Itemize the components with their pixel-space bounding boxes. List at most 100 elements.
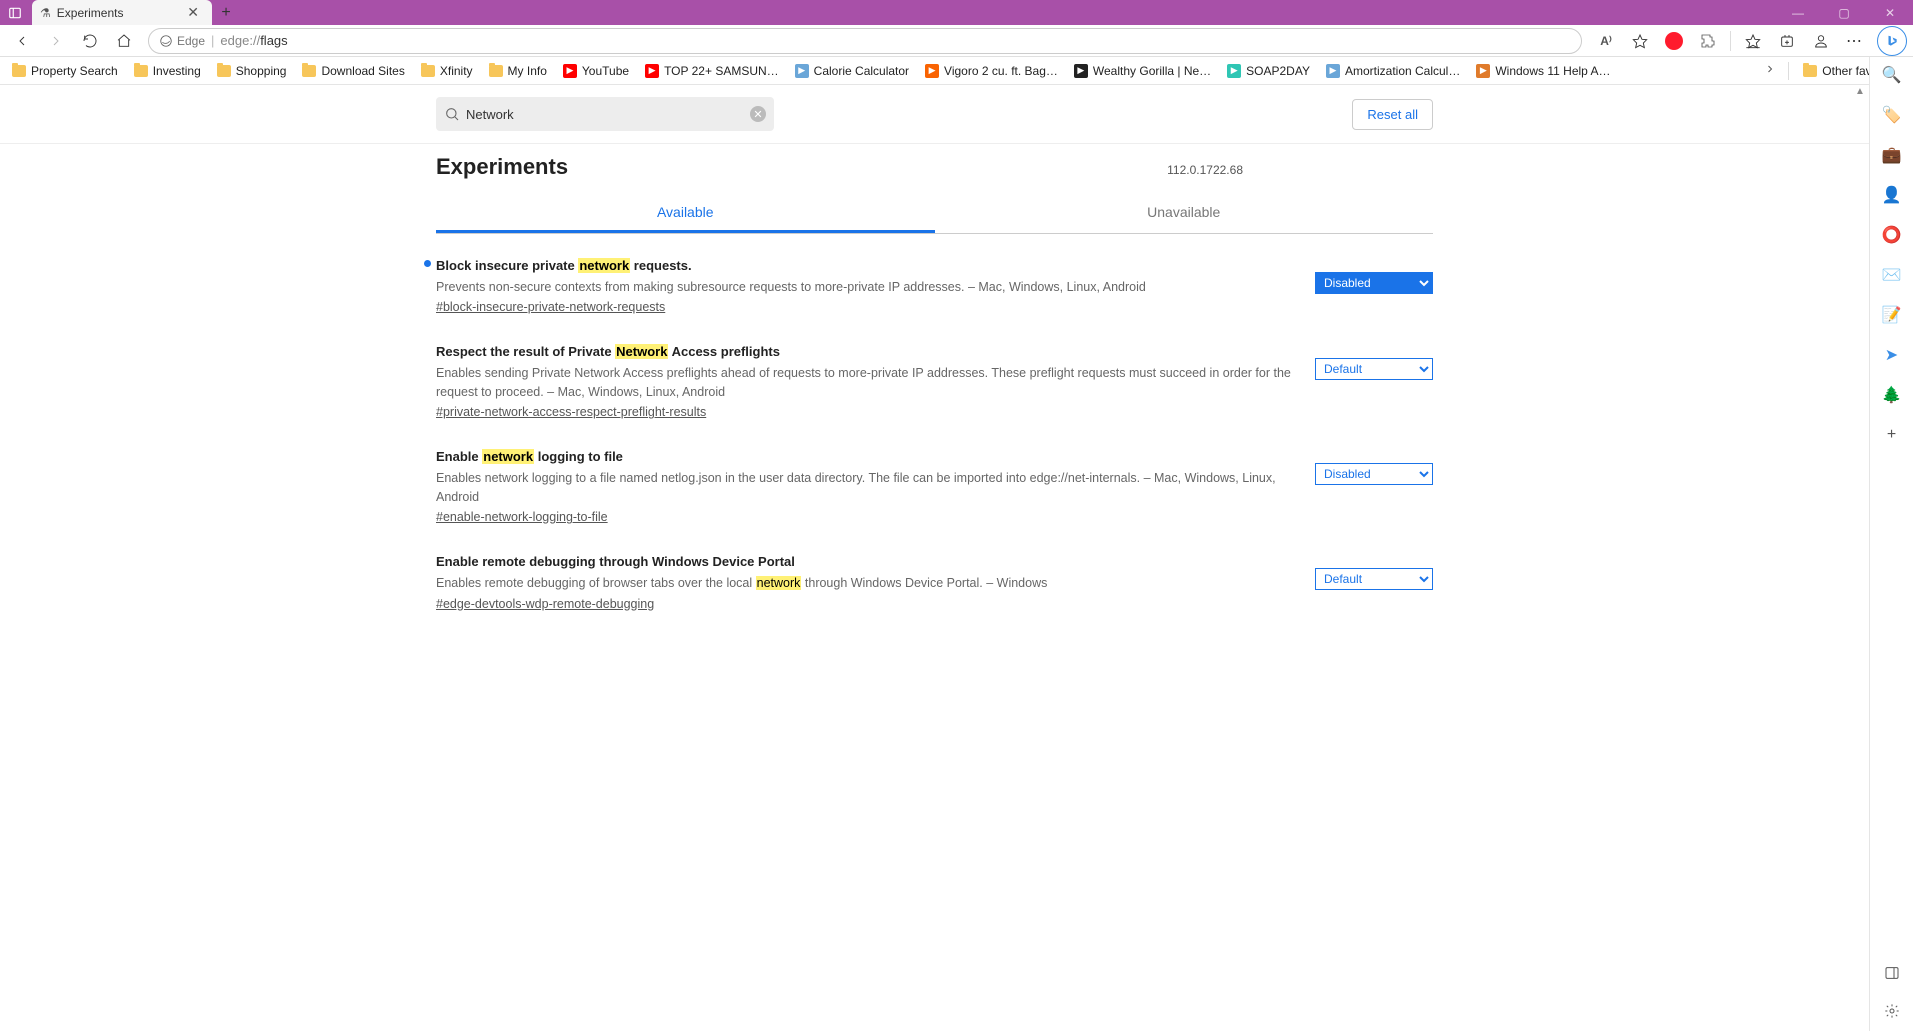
- sidebar-outlook-icon[interactable]: ✉️: [1880, 263, 1904, 287]
- edge-sidebar: 🔍 🏷️ 💼 👤 ⭕ ✉️ 📝 ➤ 🌲 +: [1869, 57, 1913, 1031]
- flag-hash-link[interactable]: #edge-devtools-wdp-remote-debugging: [436, 597, 654, 611]
- address-bar[interactable]: Edge | edge://flags: [148, 28, 1582, 54]
- flag-select[interactable]: DefaultEnabledDisabled: [1315, 358, 1433, 380]
- browser-tab[interactable]: ⚗ Experiments ✕: [32, 0, 212, 25]
- modified-indicator: [424, 260, 431, 267]
- bookmark-item[interactable]: Xfinity: [415, 61, 479, 81]
- favorite-button[interactable]: [1624, 27, 1656, 55]
- sidebar-send-icon[interactable]: ➤: [1880, 343, 1904, 367]
- bookmark-item[interactable]: Property Search: [6, 61, 124, 81]
- flag-select[interactable]: DefaultEnabledDisabled: [1315, 272, 1433, 294]
- sidebar-collapse-button[interactable]: [1880, 961, 1904, 985]
- opera-icon[interactable]: [1658, 27, 1690, 55]
- sidebar-add-button[interactable]: +: [1880, 423, 1904, 447]
- extensions-button[interactable]: [1692, 27, 1724, 55]
- flag-hash-link[interactable]: #enable-network-logging-to-file: [436, 510, 608, 524]
- site-identity[interactable]: Edge: [159, 34, 205, 48]
- sidebar-settings-button[interactable]: [1880, 999, 1904, 1023]
- flag-title: Enable network logging to file: [436, 447, 1291, 467]
- folder-icon: [1803, 65, 1817, 77]
- version-label: 112.0.1722.68: [1167, 163, 1243, 177]
- address-divider: |: [211, 33, 214, 48]
- flags-search-box[interactable]: ✕: [436, 97, 774, 131]
- flag-description: Enables remote debugging of browser tabs…: [436, 574, 1291, 593]
- page-title: Experiments: [436, 154, 568, 180]
- bookmark-label: Windows 11 Help A…: [1495, 64, 1610, 78]
- bookmark-item[interactable]: ▶SOAP2DAY: [1221, 61, 1316, 81]
- flags-search-row: ✕ Reset all: [436, 91, 1433, 143]
- tab-close-button[interactable]: ✕: [184, 4, 202, 21]
- bookmark-item[interactable]: My Info: [483, 61, 553, 81]
- bookmark-label: Download Sites: [321, 64, 404, 78]
- flag-text: Enable remote debugging through Windows …: [436, 552, 1291, 610]
- folder-icon: [302, 65, 316, 77]
- flag-hash-link[interactable]: #block-insecure-private-network-requests: [436, 300, 665, 314]
- page-content: ✕ Reset all Experiments 112.0.1722.68 Av…: [0, 85, 1869, 1031]
- new-tab-button[interactable]: +: [212, 0, 240, 25]
- bookmark-item[interactable]: ▶Windows 11 Help A…: [1470, 61, 1616, 81]
- sidebar-shopping-icon[interactable]: 🏷️: [1880, 103, 1904, 127]
- favorites-button[interactable]: [1737, 27, 1769, 55]
- sidebar-tools-icon[interactable]: 💼: [1880, 143, 1904, 167]
- home-button[interactable]: [108, 27, 140, 55]
- profile-button[interactable]: [1805, 27, 1837, 55]
- tab-actions-button[interactable]: [0, 0, 30, 25]
- bookmark-item[interactable]: ▶Vigoro 2 cu. ft. Bag…: [919, 61, 1064, 81]
- bookmarks-bar: Property Search Investing Shopping Download…: [0, 57, 1913, 85]
- bookmark-item[interactable]: ▶Calorie Calculator: [789, 61, 915, 81]
- bookmark-item[interactable]: Download Sites: [296, 61, 410, 81]
- flag-select[interactable]: DefaultEnabledDisabled: [1315, 568, 1433, 590]
- tab-unavailable[interactable]: Unavailable: [935, 194, 1434, 233]
- address-url: edge://flags: [220, 33, 287, 48]
- bookmark-item[interactable]: ▶Amortization Calcul…: [1320, 61, 1466, 81]
- favicon: ▶: [1074, 64, 1088, 78]
- flag-list: Block insecure private network requests.…: [436, 256, 1433, 611]
- bookmark-item[interactable]: Investing: [128, 61, 207, 81]
- bookmark-label: Shopping: [236, 64, 287, 78]
- window-titlebar: ⚗ Experiments ✕ + — ▢ ✕: [0, 0, 1913, 25]
- bookmark-label: Investing: [153, 64, 201, 78]
- bookmark-label: SOAP2DAY: [1246, 64, 1310, 78]
- page-heading: Experiments 112.0.1722.68: [436, 150, 1433, 188]
- maximize-button[interactable]: ▢: [1821, 0, 1867, 25]
- bookmark-item[interactable]: ▶YouTube: [557, 61, 635, 81]
- bookmark-label: YouTube: [582, 64, 629, 78]
- sidebar-drop-icon[interactable]: 📝: [1880, 303, 1904, 327]
- sidebar-tree-icon[interactable]: 🌲: [1880, 383, 1904, 407]
- bookmark-item[interactable]: Shopping: [211, 61, 293, 81]
- bookmark-label: Calorie Calculator: [814, 64, 909, 78]
- tab-title: Experiments: [57, 6, 179, 20]
- flag-row: Block insecure private network requests.…: [436, 256, 1433, 314]
- search-icon: [444, 106, 460, 122]
- browser-toolbar: Edge | edge://flags A⁾ ⋯: [0, 25, 1913, 57]
- flags-search-input[interactable]: [466, 107, 744, 122]
- bookmark-item[interactable]: ▶Wealthy Gorilla | Ne…: [1068, 61, 1217, 81]
- sidebar-search-icon[interactable]: 🔍: [1880, 63, 1904, 87]
- sidebar-office-icon[interactable]: ⭕: [1880, 223, 1904, 247]
- sidebar-games-icon[interactable]: 👤: [1880, 183, 1904, 207]
- back-button[interactable]: [6, 27, 38, 55]
- flag-select[interactable]: DefaultEnabledDisabled: [1315, 463, 1433, 485]
- window-controls: — ▢ ✕: [1775, 0, 1913, 25]
- bookmark-item[interactable]: ▶TOP 22+ SAMSUN…: [639, 61, 785, 81]
- flag-description: Prevents non-secure contexts from making…: [436, 278, 1291, 297]
- flag-select-wrap: DefaultEnabledDisabled: [1315, 463, 1433, 485]
- read-aloud-button[interactable]: A⁾: [1590, 27, 1622, 55]
- forward-button[interactable]: [40, 27, 72, 55]
- close-window-button[interactable]: ✕: [1867, 0, 1913, 25]
- refresh-button[interactable]: [74, 27, 106, 55]
- bookmarks-overflow-button[interactable]: [1760, 59, 1780, 82]
- bing-button[interactable]: [1877, 26, 1907, 56]
- menu-button[interactable]: ⋯: [1839, 27, 1871, 55]
- minimize-button[interactable]: —: [1775, 0, 1821, 25]
- flag-text: Block insecure private network requests.…: [436, 256, 1291, 314]
- favicon: ▶: [925, 64, 939, 78]
- clear-search-button[interactable]: ✕: [750, 106, 766, 122]
- flag-hash-link[interactable]: #private-network-access-respect-prefligh…: [436, 405, 706, 419]
- collections-button[interactable]: [1771, 27, 1803, 55]
- bookmark-label: Property Search: [31, 64, 118, 78]
- tab-available[interactable]: Available: [436, 194, 935, 233]
- folder-icon: [489, 65, 503, 77]
- flag-select-wrap: DefaultEnabledDisabled: [1315, 358, 1433, 380]
- reset-all-button[interactable]: Reset all: [1352, 99, 1433, 130]
